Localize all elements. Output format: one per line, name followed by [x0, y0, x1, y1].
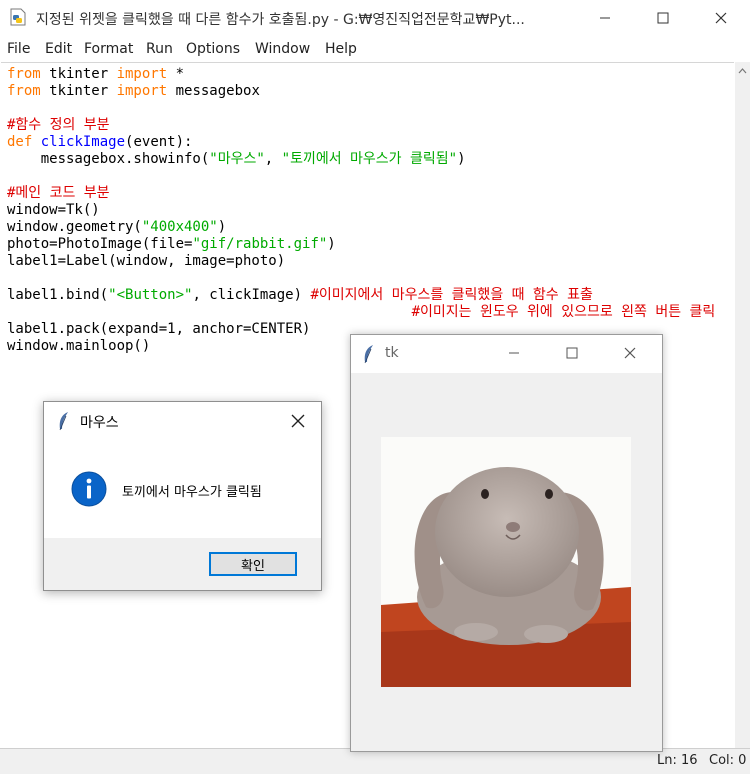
- code-token: "토끼에서 마우스가 클릭됨": [281, 151, 458, 167]
- rabbit-image[interactable]: [381, 437, 631, 687]
- code-token: tkinter: [40, 83, 117, 99]
- code-line[interactable]: from tkinter import *: [7, 66, 715, 83]
- rabbit-image-label[interactable]: [381, 437, 631, 687]
- feather-icon: [362, 344, 376, 368]
- code-line[interactable]: [7, 168, 715, 185]
- idle-title-bar: 지정된 위젯을 클릭했을 때 다른 함수가 호출됨.py - G:₩영진직업전문…: [0, 0, 750, 36]
- code-line[interactable]: photo=PhotoImage(file="gif/rabbit.gif"): [7, 236, 715, 253]
- close-button[interactable]: [692, 0, 750, 36]
- tk-minimize-button[interactable]: [485, 335, 543, 371]
- code-token: #이미지는 윈도우 위에 있으므로 왼쪽 버튼 클릭: [411, 304, 716, 320]
- python-file-icon: [9, 8, 27, 26]
- code-token: (event):: [125, 134, 193, 150]
- scroll-up-arrow-icon[interactable]: [735, 62, 750, 80]
- ok-button[interactable]: 확인: [209, 552, 297, 576]
- code-token: tkinter: [40, 66, 117, 82]
- code-token: "400x400": [141, 219, 218, 235]
- maximize-icon: [657, 12, 669, 24]
- code-line[interactable]: [7, 270, 715, 287]
- code-token: ): [457, 151, 466, 167]
- messagebox-close-button[interactable]: [285, 410, 311, 432]
- tk-close-button[interactable]: [601, 335, 659, 371]
- menu-run[interactable]: Run: [146, 41, 173, 57]
- code-token: , clickImage): [192, 287, 311, 303]
- messagebox-dialog[interactable]: 마우스 토끼에서 마우스가 클릭됨 확인: [43, 401, 322, 591]
- code-token: window.mainloop(): [7, 338, 151, 354]
- code-token: *: [167, 66, 185, 82]
- code-token: #메인 코드 부분: [7, 185, 110, 201]
- code-line[interactable]: #함수 정의 부분: [7, 117, 715, 134]
- code-token: photo=PhotoImage(file=: [7, 236, 193, 252]
- vertical-scrollbar[interactable]: [735, 62, 750, 748]
- code-token: clickImage: [40, 134, 126, 150]
- minimize-button[interactable]: [576, 0, 634, 36]
- close-icon: [624, 347, 636, 359]
- code-token: messagebox: [167, 83, 260, 99]
- code-line[interactable]: messagebox.showinfo("마우스", "토끼에서 마우스가 클릭…: [7, 151, 715, 168]
- menu-help[interactable]: Help: [325, 41, 357, 57]
- messagebox-title: 마우스: [80, 415, 119, 431]
- code-line[interactable]: label1.bind("<Button>", clickImage) #이미지…: [7, 287, 715, 304]
- code-token: ): [217, 219, 227, 235]
- menu-file[interactable]: File: [7, 41, 30, 57]
- menu-format[interactable]: Format: [84, 41, 133, 57]
- code-token: from: [7, 66, 41, 82]
- maximize-button[interactable]: [634, 0, 692, 36]
- code-line[interactable]: from tkinter import messagebox: [7, 83, 715, 100]
- code-line[interactable]: label1=Label(window, image=photo): [7, 253, 715, 270]
- code-token: import: [116, 66, 168, 82]
- code-token: window=Tk(): [7, 202, 100, 218]
- menu-bar: File Edit Format Run Options Window Help: [0, 38, 750, 60]
- code-line[interactable]: window=Tk(): [7, 202, 715, 219]
- code-token: messagebox.showinfo(: [7, 151, 210, 167]
- code-line[interactable]: window.geometry("400x400"): [7, 219, 715, 236]
- maximize-icon: [566, 347, 578, 359]
- minimize-icon: [509, 352, 519, 354]
- code-token: "gif/rabbit.gif": [192, 236, 328, 252]
- code-token: import: [116, 83, 168, 99]
- code-line[interactable]: #메인 코드 부분: [7, 185, 715, 202]
- code-token: "마우스": [209, 151, 265, 167]
- code-token: label1.pack(expand=1, anchor=CENTER): [7, 321, 311, 337]
- menu-options[interactable]: Options: [186, 41, 240, 57]
- code-token: #이미지에서 마우스를 클릭했을 때 함수 표출: [310, 287, 593, 303]
- tk-maximize-button[interactable]: [543, 335, 601, 371]
- tk-window-title: tk: [385, 345, 399, 361]
- code-token: label1.bind(: [7, 287, 109, 303]
- info-icon: [71, 471, 107, 511]
- code-token: ,: [264, 151, 282, 167]
- code-line[interactable]: [7, 100, 715, 117]
- feather-icon: [57, 411, 71, 435]
- menu-edit[interactable]: Edit: [45, 41, 72, 57]
- code-token: from: [7, 83, 41, 99]
- close-icon: [291, 414, 305, 428]
- code-token: def: [7, 134, 33, 150]
- messagebox-message: 토끼에서 마우스가 클릭됨: [122, 485, 262, 500]
- status-column: Col: 0: [709, 753, 747, 768]
- menu-window[interactable]: Window: [255, 41, 310, 57]
- code-token: ): [327, 236, 336, 252]
- window-title: 지정된 위젯을 클릭했을 때 다른 함수가 호출됨.py - G:₩영진직업전문…: [36, 12, 525, 28]
- code-token: label1=Label(window, image=photo): [7, 253, 286, 269]
- tk-window[interactable]: tk: [350, 334, 663, 752]
- code-text[interactable]: from tkinter import * from tkinter import…: [7, 66, 715, 355]
- code-token: "<Button>": [108, 287, 193, 303]
- code-token: window.geometry(: [7, 219, 142, 235]
- status-line: Ln: 16: [657, 753, 698, 768]
- minimize-icon: [600, 17, 610, 19]
- tk-title-bar: tk: [351, 335, 662, 373]
- close-icon: [715, 12, 727, 24]
- code-line[interactable]: def clickImage(event):: [7, 134, 715, 151]
- code-token: #함수 정의 부분: [7, 117, 110, 133]
- code-line[interactable]: #이미지는 윈도우 위에 있으므로 왼쪽 버튼 클릭: [7, 304, 716, 321]
